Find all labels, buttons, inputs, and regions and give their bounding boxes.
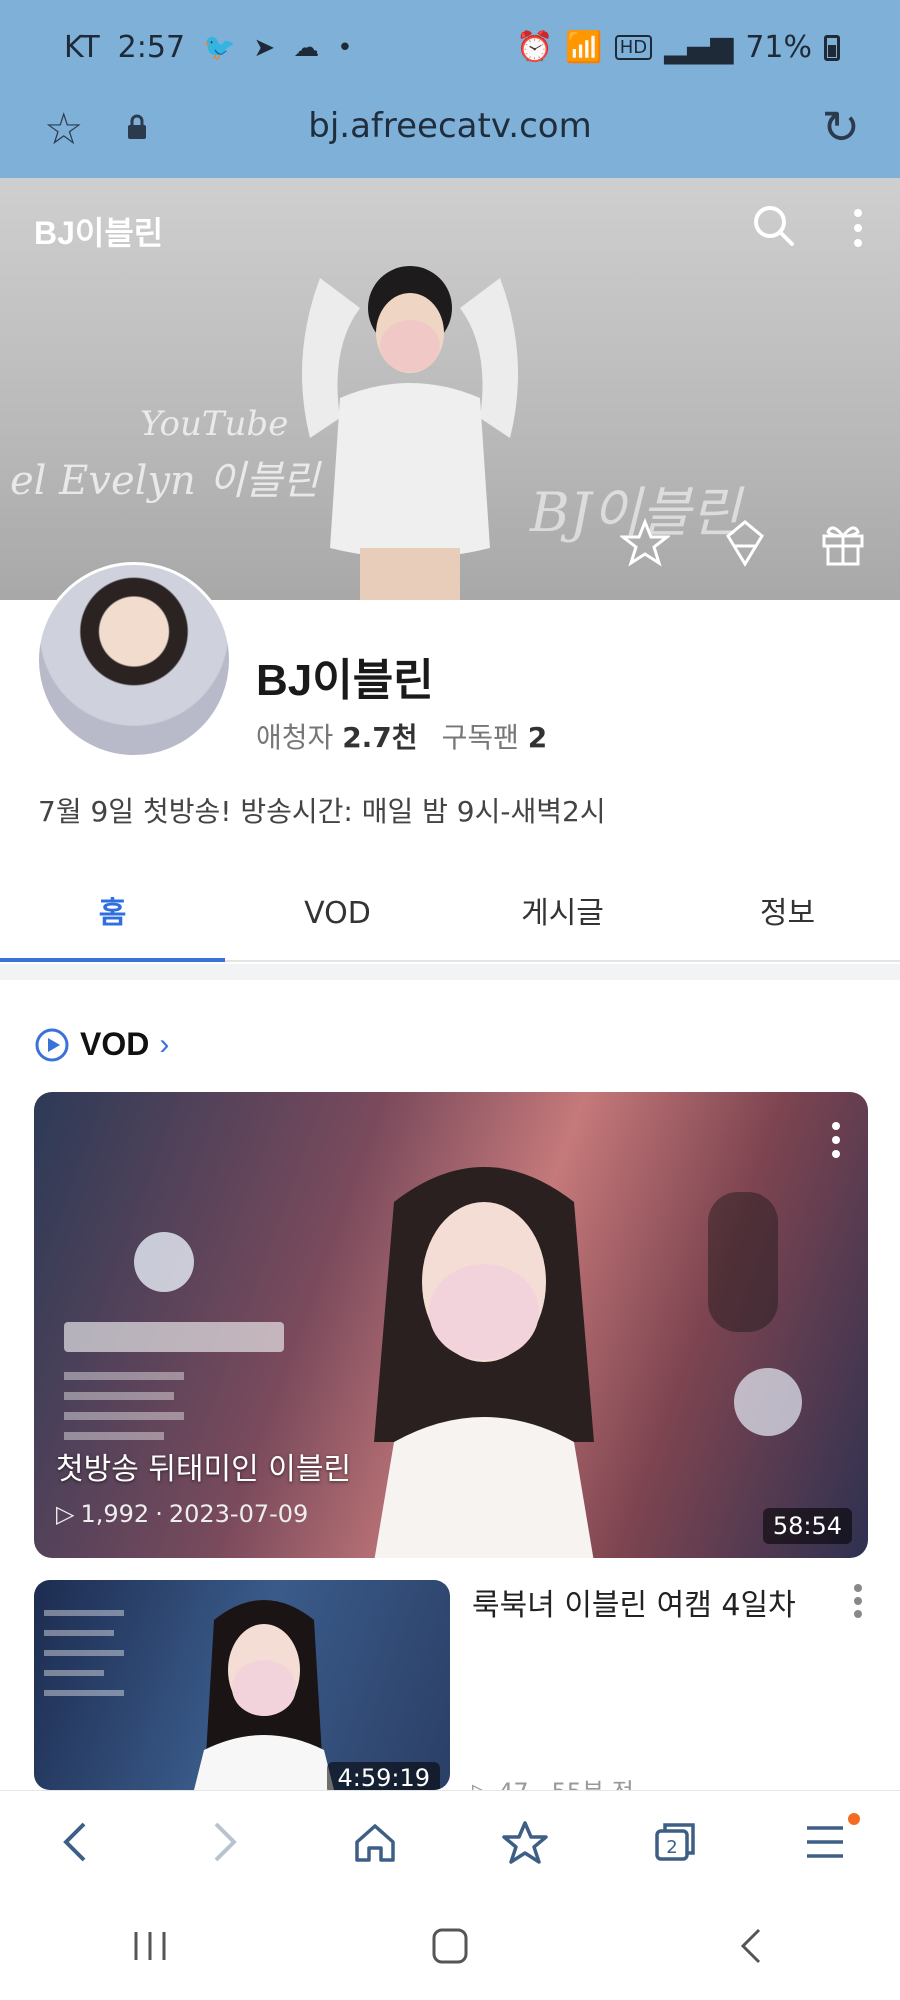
- favorite-star-icon[interactable]: [620, 518, 670, 568]
- bookmarks-button[interactable]: [450, 1791, 600, 1892]
- tab-posts[interactable]: 게시글: [450, 866, 675, 960]
- banner-photo: [302, 266, 518, 600]
- alarm-icon: ⏰: [515, 30, 554, 65]
- recent-apps-icon: [134, 1932, 166, 1960]
- banner-script-youtube: YouTube: [140, 404, 289, 444]
- subscribe-ticket-icon[interactable]: [720, 518, 770, 568]
- telegram-icon: ➤: [253, 32, 276, 63]
- featured-vod-card[interactable]: 첫방송 뒤태미인 이블린 ▷ 1,992 · 2023-07-09 58:54: [34, 1092, 868, 1558]
- home-button[interactable]: [300, 1791, 450, 1892]
- featured-vod-title: 첫방송 뒤태미인 이블린: [56, 1452, 352, 1487]
- hamburger-menu-icon: [807, 1825, 843, 1858]
- battery-icon: [824, 34, 840, 61]
- more-options-icon[interactable]: [852, 208, 864, 248]
- channel-description: 7월 9일 첫방송! 방송시간: 매일 밤 9시-새벽2시: [38, 795, 606, 828]
- vod-title[interactable]: 룩북녀 이블린 여캠 4일차: [472, 1580, 796, 1624]
- vod-section-title: VOD: [80, 1026, 150, 1062]
- vod-list-item[interactable]: 4:59:19 룩북녀 이블린 여캠 4일차 ▷ 47 · 55분 전: [34, 1580, 868, 1806]
- subs-value: 2: [527, 721, 548, 754]
- channel-tabs: 홈 VOD 게시글 정보: [0, 866, 900, 962]
- system-back-icon: [740, 1928, 761, 1964]
- search-icon[interactable]: [752, 204, 796, 248]
- more-notifications-icon: •: [337, 32, 353, 63]
- vod-thumbnail-figure: [374, 1167, 594, 1558]
- forward-button[interactable]: [150, 1791, 300, 1892]
- profile-name: BJ이블린: [256, 656, 434, 705]
- forward-arrow-icon: [214, 1822, 237, 1861]
- recent-apps-button[interactable]: [0, 1892, 300, 2000]
- stream-overlay-right: [708, 1192, 802, 1436]
- tabs-icon: 2: [655, 1822, 695, 1861]
- viewers-label: 애청자: [256, 721, 334, 754]
- subs-label: 구독팬: [441, 721, 519, 754]
- featured-vod-views: 1,992: [80, 1500, 150, 1528]
- browser-bottom-nav: 2: [0, 1790, 900, 1892]
- carrier: KT: [64, 30, 100, 65]
- tabs-button[interactable]: 2: [600, 1791, 750, 1892]
- system-nav-bar: [0, 1892, 900, 2000]
- vod-duration: 4:59:19: [327, 1762, 440, 1790]
- tab-home[interactable]: 홈: [0, 866, 225, 962]
- svg-text:2: 2: [666, 1837, 677, 1858]
- featured-vod-date: 2023-07-09: [168, 1500, 309, 1528]
- gift-icon[interactable]: [818, 518, 868, 568]
- system-back-button[interactable]: [600, 1892, 900, 2000]
- signal-icon: ▂▄▆: [664, 30, 734, 65]
- section-divider: [0, 964, 900, 980]
- bookmarks-star-icon: [502, 1820, 548, 1864]
- back-arrow-icon: [63, 1822, 86, 1861]
- featured-vod-duration: 58:54: [762, 1508, 852, 1544]
- home-icon: [355, 1823, 395, 1862]
- tab-info[interactable]: 정보: [675, 866, 900, 960]
- wifi-icon: 📶: [565, 30, 603, 65]
- chevron-right-icon: ›: [159, 1027, 170, 1061]
- back-button[interactable]: [0, 1791, 150, 1892]
- featured-vod-meta: ▷ 1,992 · 2023-07-09: [56, 1500, 309, 1528]
- twitter-icon: 🐦: [203, 32, 236, 63]
- battery-level: 71%: [745, 30, 812, 65]
- system-home-button[interactable]: [300, 1892, 600, 2000]
- square-home-icon: [432, 1928, 468, 1964]
- profile-stats: 애청자 2.7천 구독팬 2: [256, 716, 547, 756]
- viewers-value: 2.7천: [342, 721, 418, 754]
- clock: 2:57: [117, 30, 186, 65]
- url-text[interactable]: bj.afreecatv.com: [0, 106, 900, 146]
- tab-vod[interactable]: VOD: [225, 866, 450, 960]
- banner-channel-name: BJ이블린: [34, 215, 164, 251]
- vod-more-icon[interactable]: [832, 1122, 840, 1158]
- vod-item-more-icon[interactable]: [854, 1584, 862, 1618]
- banner-script-evelyn: el Evelyn 이블린: [10, 458, 319, 504]
- vod-thumbnail[interactable]: 4:59:19: [34, 1580, 450, 1790]
- threads-icon: ☁: [293, 32, 320, 63]
- menu-button[interactable]: [750, 1791, 900, 1892]
- play-circle-icon: [35, 1028, 69, 1061]
- avatar[interactable]: [36, 562, 232, 758]
- browser-chrome: KT 2:57 🐦 ➤ ☁ • ⏰ 📶 HD ▂▄▆ 71% ☆ bj.afre…: [0, 0, 900, 178]
- channel-banner: BJ이블린 YouTube el Evelyn 이블린 BJ이블린: [0, 178, 900, 600]
- reload-icon[interactable]: ↻: [821, 100, 860, 154]
- status-bar: KT 2:57 🐦 ➤ ☁ • ⏰ 📶 HD ▂▄▆ 71%: [0, 0, 900, 100]
- vod-section-header[interactable]: VOD ›: [34, 1026, 169, 1063]
- vod-thumbnail-image: [44, 1600, 334, 1790]
- hd-voice-icon: HD: [614, 35, 653, 60]
- stream-overlay-left: [64, 1232, 284, 1440]
- url-bar: ☆ bj.afreecatv.com ↻: [0, 100, 900, 178]
- play-count-icon: ▷: [56, 1500, 75, 1528]
- notification-dot: [848, 1813, 860, 1825]
